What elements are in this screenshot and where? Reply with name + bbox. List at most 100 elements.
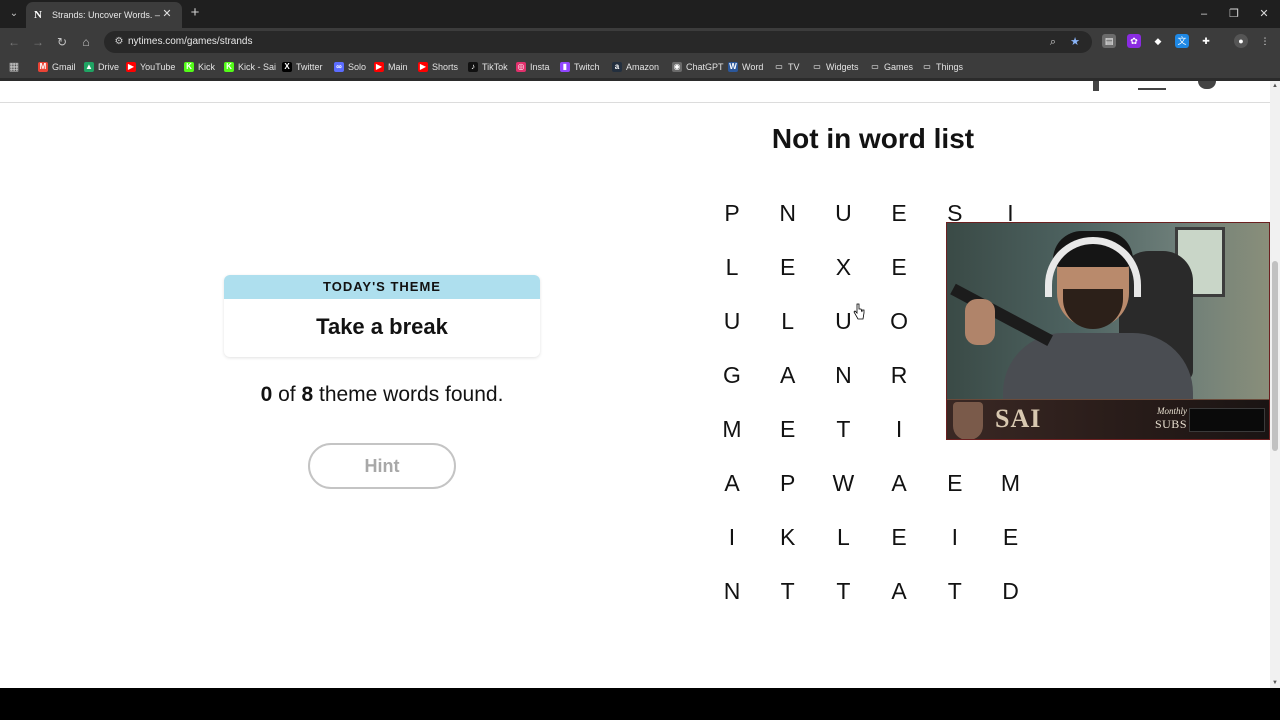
extension-notes-icon[interactable]: ▤ [1102,34,1116,48]
grid-letter[interactable]: I [928,510,982,564]
forward-icon[interactable]: → [30,34,46,50]
grid-letter[interactable]: L [816,510,870,564]
scroll-down-icon[interactable]: ▼ [1270,678,1280,688]
bookmark-tv[interactable]: ▭ TV [774,59,800,75]
bookmark-things[interactable]: ▭ Things [922,59,963,75]
hint-button[interactable]: Hint [308,443,456,489]
bookmark-amazon[interactable]: a Amazon [612,59,659,75]
grid-letter[interactable]: N [816,348,870,402]
grid-letter[interactable]: M [705,402,759,456]
grid-letter[interactable]: R [872,348,926,402]
grid-letter[interactable]: I [872,402,926,456]
grid-letter[interactable]: E [872,240,926,294]
bookmark-kick-sai[interactable]: K Kick - Sai [224,59,276,75]
back-icon[interactable]: ← [6,34,22,50]
grid-letter[interactable]: O [872,294,926,348]
nyt-favicon-icon: N [34,9,42,21]
scroll-thumb[interactable] [1272,261,1278,451]
grid-letter[interactable]: E [761,402,815,456]
apps-grid-icon[interactable]: ▦ [7,60,21,74]
bookmark-tiktok[interactable]: ♪ TikTok [468,59,508,75]
extension-diamond-icon[interactable]: ◆ [1151,34,1165,48]
tab-close-icon[interactable]: ✕ [160,7,174,21]
header-menu-icon[interactable] [1138,88,1166,90]
bookmark-word[interactable]: W Word [728,59,763,75]
grid-letter[interactable]: G [705,348,759,402]
grid-letter[interactable]: T [928,564,982,618]
bookmark-solo[interactable]: ∞ Solo [334,59,366,75]
grid-letter[interactable]: L [761,294,815,348]
grid-letter[interactable]: T [816,564,870,618]
grid-letter[interactable]: A [761,348,815,402]
bookmark-twitter[interactable]: X Twitter [282,59,323,75]
tab-search-chevron-icon[interactable]: ⌄ [6,6,22,22]
bookmark-chatgpt[interactable]: ◉ ChatGPT [672,59,724,75]
restore-icon[interactable]: ❐ [1226,6,1242,22]
grid-letter[interactable]: E [872,510,926,564]
grid-letter[interactable]: W [816,456,870,510]
grid-letter[interactable]: P [761,456,815,510]
header-help-icon[interactable] [1093,81,1099,91]
extensions-puzzle-icon[interactable]: ✚ [1199,34,1213,48]
home-icon[interactable]: ⌂ [78,34,94,50]
tiktok-icon: ♪ [468,62,478,72]
bookmark-shorts[interactable]: ▶ Shorts [418,59,458,75]
chatgpt-icon: ◉ [672,62,682,72]
extension-translate-icon[interactable]: 文 [1175,34,1189,48]
grid-letter[interactable]: E [984,510,1038,564]
bookmark-youtube[interactable]: ▶ YouTube [126,59,175,75]
header-account-icon[interactable] [1198,81,1216,89]
bookmark-main[interactable]: ▶ Main [374,59,408,75]
site-info-icon[interactable]: ⚙ [112,35,126,49]
grid-letter[interactable]: X [816,240,870,294]
grid-letter[interactable]: T [761,564,815,618]
twitch-icon: ▮ [560,62,570,72]
total-count: 8 [301,383,314,406]
bookmark-twitch[interactable]: ▮ Twitch [560,59,600,75]
address-bar[interactable]: ⚙ nytimes.com/games/strands ⌕ ★ [104,31,1092,53]
grid-letter[interactable]: E [872,186,926,240]
grid-letter[interactable]: T [816,402,870,456]
grid-letter[interactable]: A [872,456,926,510]
mouse-pointer-icon [853,303,865,320]
grid-letter[interactable]: E [928,456,982,510]
kick-icon: K [224,62,234,72]
close-window-icon[interactable]: ✕ [1256,6,1272,22]
bookmark-widgets[interactable]: ▭ Widgets [812,59,859,75]
page-scrollbar[interactable]: ▲ ▼ [1270,81,1280,688]
new-tab-icon[interactable]: + [188,5,202,20]
grid-letter[interactable]: A [872,564,926,618]
bookmark-games[interactable]: ▭ Games [870,59,913,75]
reload-icon[interactable]: ↻ [54,34,70,50]
extension-purple-icon[interactable]: ✿ [1127,34,1141,48]
tab-strands[interactable]: N Strands: Uncover Words. — The ✕ [26,2,182,28]
grid-letter[interactable]: L [705,240,759,294]
grid-letter[interactable]: M [984,456,1038,510]
bookmark-label: Gmail [52,62,76,72]
grid-letter[interactable]: D [984,564,1038,618]
zoom-icon[interactable]: ⌕ [1046,35,1060,49]
bookmark-kick[interactable]: K Kick [184,59,215,75]
profile-avatar[interactable]: ● [1234,34,1248,48]
menu-kebab-icon[interactable]: ⋮ [1258,34,1272,48]
bookmark-gmail[interactable]: M Gmail [38,59,76,75]
scroll-up-icon[interactable]: ▲ [1270,81,1280,91]
grid-letter[interactable]: A [705,456,759,510]
grid-letter[interactable]: U [816,186,870,240]
grid-letter[interactable]: N [705,564,759,618]
grid-letter[interactable]: U [705,294,759,348]
webcam-overlay: SAI Monthly SUBS [946,222,1270,440]
grid-letter[interactable]: E [761,240,815,294]
bookmark-label: Drive [98,62,120,72]
grid-letter[interactable]: P [705,186,759,240]
youtube-icon: ▶ [374,62,384,72]
grid-letter[interactable]: I [705,510,759,564]
bookmark-star-icon[interactable]: ★ [1068,35,1082,49]
tab-title: Strands: Uncover Words. — The [52,10,160,20]
bookmark-drive[interactable]: ▲ Drive [84,59,119,75]
grid-letter[interactable]: N [761,186,815,240]
minimize-icon[interactable]: – [1196,6,1212,22]
grid-letter[interactable]: K [761,510,815,564]
bookmark-label: Insta [530,62,550,72]
bookmark-insta[interactable]: ◎ Insta [516,59,550,75]
